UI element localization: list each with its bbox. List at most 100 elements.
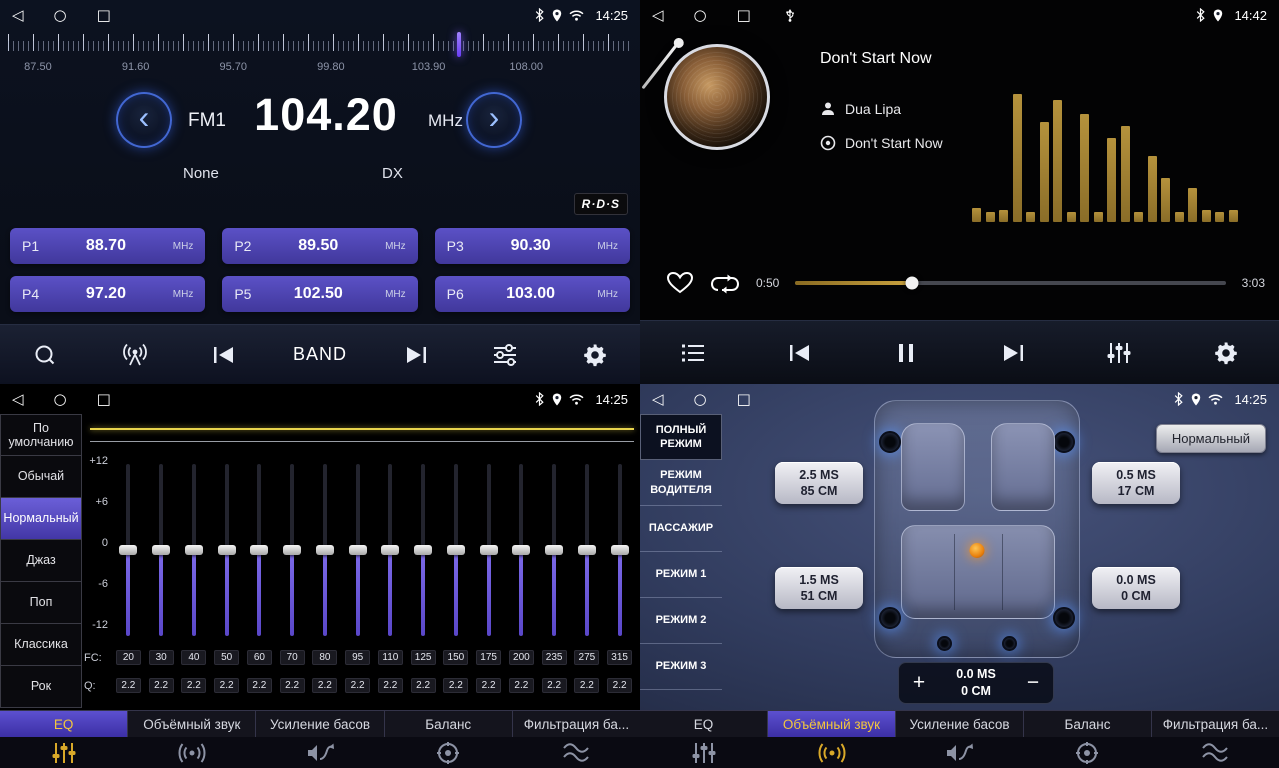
eq-band-slider-95[interactable] <box>341 458 374 642</box>
mode-item[interactable]: РЕЖИМ 1 <box>640 552 722 598</box>
frequency-scale[interactable]: 87.5091.6095.7099.80103.90108.00 <box>8 32 632 78</box>
slider-handle[interactable] <box>349 545 367 555</box>
bass-icon[interactable] <box>896 737 1024 768</box>
balance-icon[interactable] <box>384 737 512 768</box>
prev-track-icon[interactable] <box>203 345 245 365</box>
eq-band-slider-315[interactable] <box>603 458 636 642</box>
prev-track-icon[interactable] <box>779 343 821 363</box>
eq-band-slider-40[interactable] <box>178 458 211 642</box>
eq-band-slider-175[interactable] <box>472 458 505 642</box>
eq-band-slider-110[interactable] <box>374 458 407 642</box>
album-art[interactable] <box>664 44 770 150</box>
mode-item[interactable]: РЕЖИМ 2 <box>640 598 722 644</box>
repeat-button[interactable] <box>710 272 740 294</box>
slider-handle[interactable] <box>447 545 465 555</box>
slider-handle[interactable] <box>185 545 203 555</box>
seek-bar[interactable] <box>795 281 1225 285</box>
recents-icon[interactable]: □ <box>737 384 751 414</box>
back-icon[interactable]: ◁ <box>652 384 664 414</box>
next-track-icon[interactable] <box>992 343 1034 363</box>
surround-icon[interactable] <box>768 737 896 768</box>
increase-button[interactable]: + <box>899 663 939 703</box>
preset-button-p2[interactable]: P289.50MHz <box>222 228 417 264</box>
tab-balance[interactable]: Баланс <box>1024 711 1152 737</box>
eq-preset-item[interactable]: Поп <box>0 582 82 624</box>
home-icon[interactable]: ○ <box>694 0 707 30</box>
eq-band-slider-200[interactable] <box>505 458 538 642</box>
back-icon[interactable]: ◁ <box>12 0 24 30</box>
mode-item[interactable]: РЕЖИМ ВОДИТЕЛЯ <box>640 460 722 506</box>
eq-band-slider-150[interactable] <box>440 458 473 642</box>
slider-handle[interactable] <box>250 545 268 555</box>
tab-filter[interactable]: Фильтрация ба... <box>1152 711 1279 737</box>
slider-handle[interactable] <box>414 545 432 555</box>
tune-down-button[interactable]: ‹ <box>116 92 172 148</box>
queue-icon[interactable] <box>672 343 714 363</box>
slider-handle[interactable] <box>119 545 137 555</box>
tab-filter[interactable]: Фильтрация ба... <box>513 711 640 737</box>
band-button[interactable]: BAND <box>293 344 347 365</box>
tune-icon[interactable] <box>484 344 526 366</box>
delay-rear-left-button[interactable]: 1.5 MS 51 CM <box>775 567 863 609</box>
recents-icon[interactable]: □ <box>97 0 111 30</box>
eq-preset-item[interactable]: По умолчанию <box>0 414 82 456</box>
delay-front-right-button[interactable]: 0.5 MS 17 CM <box>1092 462 1180 504</box>
tab-surround[interactable]: Объёмный звук <box>128 711 256 737</box>
eq-band-slider-275[interactable] <box>571 458 604 642</box>
eq-preset-item[interactable]: Классика <box>0 624 82 666</box>
back-icon[interactable]: ◁ <box>12 384 24 414</box>
gear-icon[interactable] <box>574 343 616 367</box>
slider-handle[interactable] <box>218 545 236 555</box>
eq-band-slider-80[interactable] <box>309 458 342 642</box>
eq-band-slider-30[interactable] <box>145 458 178 642</box>
home-icon[interactable]: ○ <box>694 384 707 414</box>
recents-icon[interactable]: □ <box>737 0 751 30</box>
eq-band-slider-235[interactable] <box>538 458 571 642</box>
back-icon[interactable]: ◁ <box>652 0 664 30</box>
tab-bass[interactable]: Усиление басов <box>256 711 384 737</box>
preset-button-p3[interactable]: P390.30MHz <box>435 228 630 264</box>
eq-preset-item[interactable]: Обычай <box>0 456 82 498</box>
slider-handle[interactable] <box>152 545 170 555</box>
filter-icon[interactable] <box>1151 737 1279 768</box>
bass-icon[interactable] <box>256 737 384 768</box>
broadcast-icon[interactable] <box>114 343 156 367</box>
next-track-icon[interactable] <box>395 345 437 365</box>
tab-eq[interactable]: EQ <box>0 711 128 737</box>
eq-preset-item[interactable]: Рок <box>0 666 82 708</box>
slider-handle[interactable] <box>578 545 596 555</box>
eq-band-slider-125[interactable] <box>407 458 440 642</box>
delay-rear-right-button[interactable]: 0.0 MS 0 CM <box>1092 567 1180 609</box>
eq-sliders-icon[interactable] <box>640 737 768 768</box>
tune-up-button[interactable]: › <box>466 92 522 148</box>
sound-preset-button[interactable]: Нормальный <box>1156 424 1266 453</box>
slider-handle[interactable] <box>611 545 629 555</box>
home-icon[interactable]: ○ <box>54 0 67 30</box>
pause-icon[interactable] <box>885 342 927 364</box>
gear-icon[interactable] <box>1205 341 1247 365</box>
preset-button-p5[interactable]: P5102.50MHz <box>222 276 417 312</box>
slider-handle[interactable] <box>512 545 530 555</box>
mode-item[interactable]: ПОЛНЫЙ РЕЖИМ <box>640 414 722 460</box>
filter-icon[interactable] <box>512 737 640 768</box>
seek-thumb[interactable] <box>905 277 918 290</box>
recents-icon[interactable]: □ <box>97 384 111 414</box>
slider-handle[interactable] <box>381 545 399 555</box>
delay-front-left-button[interactable]: 2.5 MS 85 CM <box>775 462 863 504</box>
preset-button-p4[interactable]: P497.20MHz <box>10 276 205 312</box>
balance-icon[interactable] <box>1023 737 1151 768</box>
mode-item[interactable]: РЕЖИМ 3 <box>640 644 722 690</box>
tab-balance[interactable]: Баланс <box>385 711 513 737</box>
eq-band-slider-20[interactable] <box>112 458 145 642</box>
slider-handle[interactable] <box>283 545 301 555</box>
favorite-button[interactable] <box>666 271 694 295</box>
listening-position-marker[interactable] <box>970 543 985 558</box>
eq-band-slider-50[interactable] <box>210 458 243 642</box>
eq-band-slider-70[interactable] <box>276 458 309 642</box>
search-icon[interactable] <box>24 342 66 368</box>
preset-button-p6[interactable]: P6103.00MHz <box>435 276 630 312</box>
decrease-button[interactable]: − <box>1013 663 1053 703</box>
eq-sliders-icon[interactable] <box>1098 341 1140 365</box>
eq-sliders-icon[interactable] <box>0 737 128 768</box>
eq-preset-item[interactable]: Джаз <box>0 540 82 582</box>
